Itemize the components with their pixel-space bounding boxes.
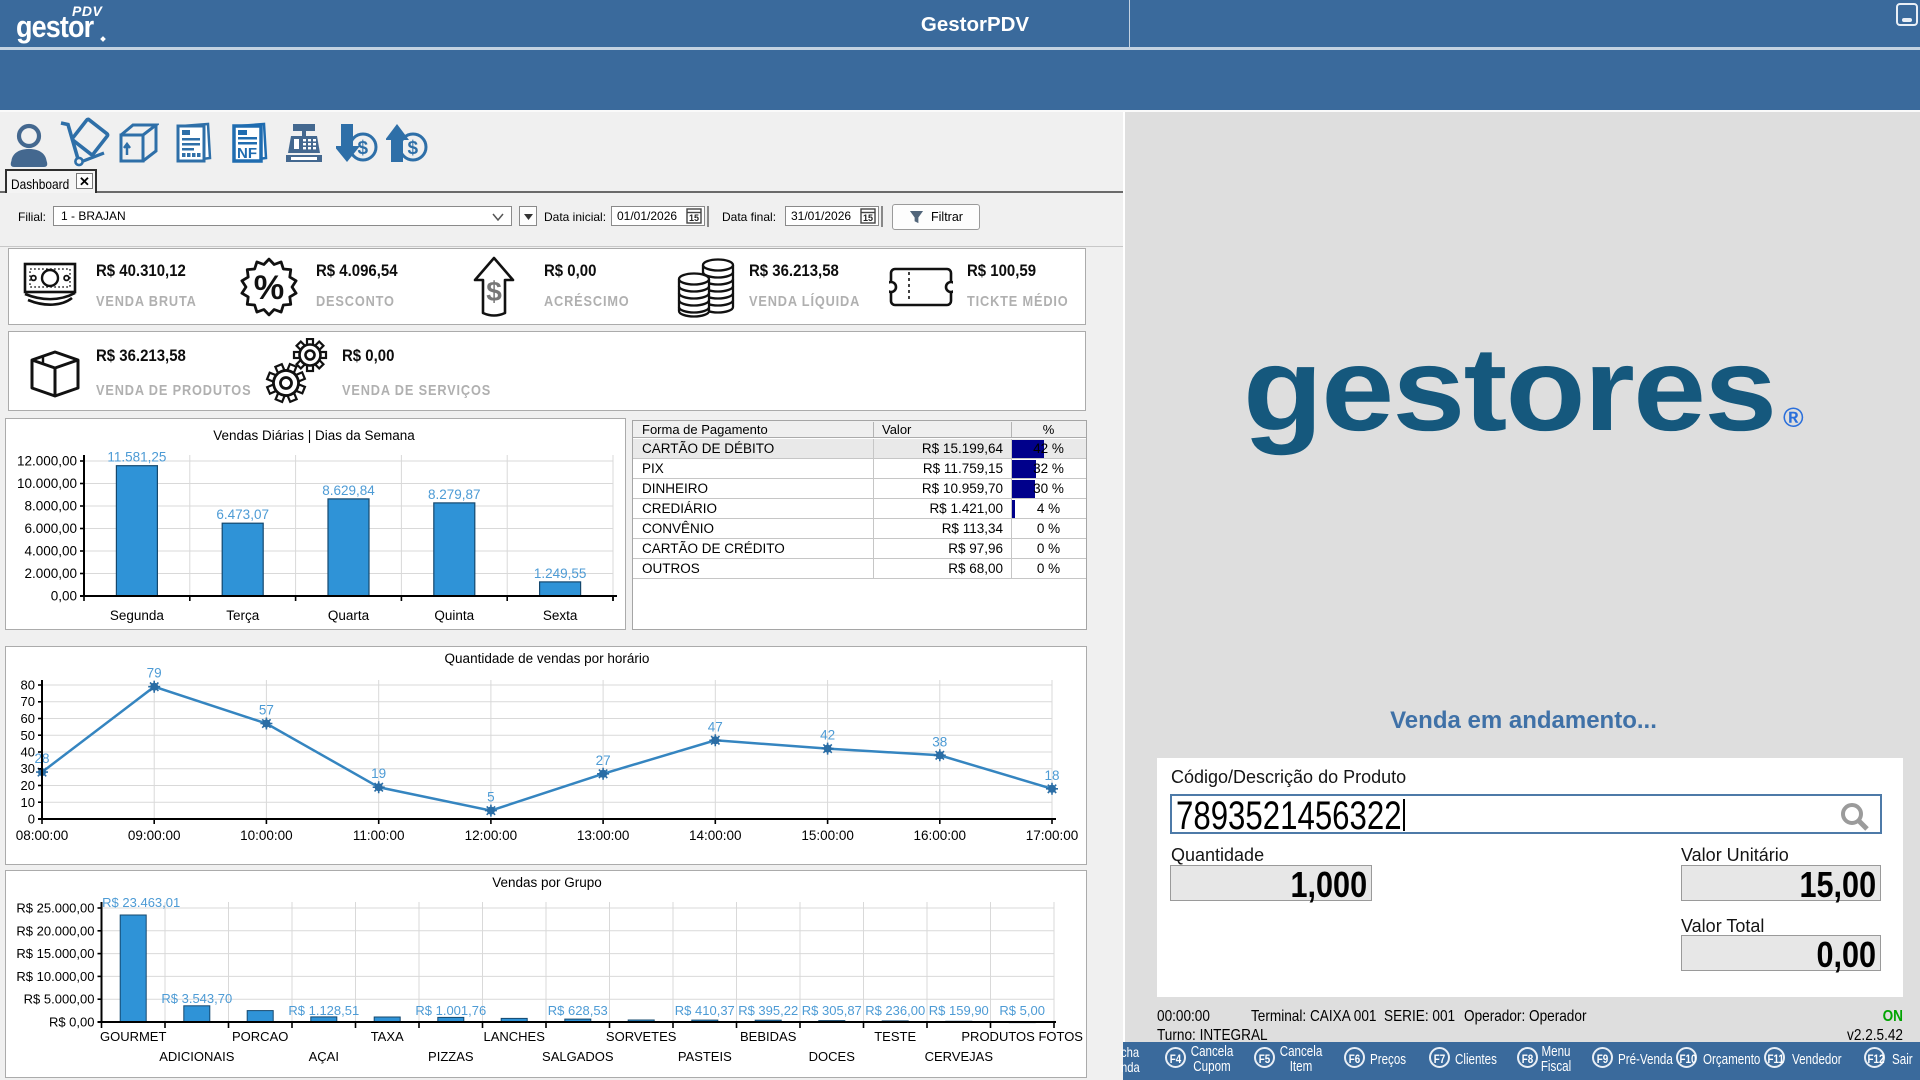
svg-text:8.000,00: 8.000,00 (24, 499, 77, 514)
svg-text:Vendas Diárias | Dias da Seman: Vendas Diárias | Dias da Semana (213, 428, 415, 443)
svg-text:17:00:00: 17:00:00 (1026, 828, 1079, 843)
svg-text:50: 50 (21, 728, 35, 743)
svg-text:18: 18 (1044, 768, 1059, 783)
svg-text:57: 57 (259, 703, 274, 718)
svg-text:CERVEJAS: CERVEJAS (925, 1049, 994, 1064)
svg-text:19: 19 (371, 766, 386, 781)
svg-text:30: 30 (21, 761, 35, 776)
svg-text:R$ 410,37: R$ 410,37 (675, 1003, 735, 1018)
svg-text:R$ 5,00: R$ 5,00 (999, 1003, 1045, 1018)
svg-text:R$ 10.000,00: R$ 10.000,00 (16, 969, 94, 984)
svg-text:38: 38 (932, 734, 947, 749)
svg-text:NF: NF (237, 145, 257, 162)
svg-text:R$ 628,53: R$ 628,53 (548, 1003, 608, 1018)
svg-text:Quinta: Quinta (434, 608, 474, 623)
svg-text:0: 0 (28, 812, 35, 827)
svg-text:DOCES: DOCES (809, 1049, 856, 1064)
svg-text:11:00:00: 11:00:00 (353, 828, 405, 843)
svg-text:R$ 23.463,01: R$ 23.463,01 (102, 895, 180, 910)
svg-text:80: 80 (21, 678, 35, 693)
svg-text:PASTEIS: PASTEIS (678, 1049, 732, 1064)
svg-text:60: 60 (21, 711, 35, 726)
svg-text:PRODUTOS FOTOS: PRODUTOS FOTOS (961, 1029, 1083, 1044)
svg-text:$: $ (486, 276, 502, 307)
svg-text:79: 79 (147, 666, 162, 681)
svg-text:R$ 15.000,00: R$ 15.000,00 (16, 946, 94, 961)
svg-text:$: $ (408, 138, 419, 159)
svg-text:$: $ (358, 138, 369, 159)
svg-text:Sexta: Sexta (543, 608, 578, 623)
svg-text:R$ 20.000,00: R$ 20.000,00 (16, 923, 94, 938)
svg-text:6.473,07: 6.473,07 (216, 507, 269, 522)
svg-text:R$ 395,22: R$ 395,22 (738, 1003, 798, 1018)
svg-text:10.000,00: 10.000,00 (17, 476, 77, 491)
svg-text:14:00:00: 14:00:00 (689, 828, 742, 843)
svg-text:1.249,55: 1.249,55 (534, 566, 587, 581)
svg-text:10: 10 (21, 795, 35, 810)
svg-text:SALGADOS: SALGADOS (542, 1049, 614, 1064)
svg-text:Quarta: Quarta (328, 608, 370, 623)
svg-text:10:00:00: 10:00:00 (240, 828, 293, 843)
svg-text:TESTE: TESTE (874, 1029, 916, 1044)
svg-text:27: 27 (596, 753, 611, 768)
svg-text:Segunda: Segunda (110, 608, 165, 623)
svg-text:16:00:00: 16:00:00 (914, 828, 967, 843)
svg-text:PIZZAS: PIZZAS (428, 1049, 474, 1064)
svg-text:TAXA: TAXA (371, 1029, 404, 1044)
svg-text:11.581,25: 11.581,25 (107, 450, 166, 465)
svg-text:4.000,00: 4.000,00 (24, 544, 77, 559)
svg-text:Quantidade de vendas por horár: Quantidade de vendas por horário (445, 651, 650, 666)
svg-text:5: 5 (487, 790, 495, 805)
svg-text:Vendas por Grupo: Vendas por Grupo (492, 875, 602, 890)
svg-text:12:00:00: 12:00:00 (465, 828, 518, 843)
svg-text:R$ 1.001,76: R$ 1.001,76 (415, 1003, 486, 1018)
svg-text:15:00:00: 15:00:00 (801, 828, 854, 843)
svg-text:47: 47 (708, 719, 723, 734)
svg-text:BEBIDAS: BEBIDAS (740, 1029, 797, 1044)
svg-text:GOURMET: GOURMET (100, 1029, 167, 1044)
svg-text:08:00:00: 08:00:00 (16, 828, 69, 843)
svg-text:R$ 25.000,00: R$ 25.000,00 (16, 901, 94, 916)
svg-text:70: 70 (21, 694, 35, 709)
svg-text:ADICIONAIS: ADICIONAIS (159, 1049, 234, 1064)
svg-text:R$ 305,87: R$ 305,87 (802, 1003, 862, 1018)
svg-text:R$ 236,00: R$ 236,00 (865, 1003, 925, 1018)
svg-text:15: 15 (863, 213, 873, 223)
svg-text:2.000,00: 2.000,00 (24, 566, 77, 581)
svg-text:AÇAI: AÇAI (309, 1049, 339, 1064)
svg-text:09:00:00: 09:00:00 (128, 828, 181, 843)
svg-text:R$ 5.000,00: R$ 5.000,00 (24, 992, 95, 1007)
svg-text:6.000,00: 6.000,00 (24, 521, 77, 536)
svg-text:13:00:00: 13:00:00 (577, 828, 630, 843)
svg-text:LANCHES: LANCHES (483, 1029, 545, 1044)
svg-text:R$ 159,90: R$ 159,90 (929, 1003, 989, 1018)
svg-text:20: 20 (21, 778, 35, 793)
svg-text:40: 40 (21, 745, 35, 760)
svg-text:12.000,00: 12.000,00 (17, 454, 77, 469)
svg-text:15: 15 (689, 213, 699, 223)
svg-text:PORCAO: PORCAO (232, 1029, 288, 1044)
svg-text:R$ 3.543,70: R$ 3.543,70 (161, 991, 232, 1006)
svg-text:SORVETES: SORVETES (606, 1029, 677, 1044)
svg-text:%: % (254, 269, 284, 307)
svg-text:Terça: Terça (226, 608, 260, 623)
svg-text:8.279,87: 8.279,87 (428, 487, 481, 502)
svg-text:8.629,84: 8.629,84 (322, 483, 375, 498)
svg-text:42: 42 (820, 728, 835, 743)
svg-text:0,00: 0,00 (51, 589, 77, 604)
svg-text:R$ 1.128,51: R$ 1.128,51 (288, 1003, 359, 1018)
svg-text:R$ 0,00: R$ 0,00 (49, 1015, 95, 1030)
